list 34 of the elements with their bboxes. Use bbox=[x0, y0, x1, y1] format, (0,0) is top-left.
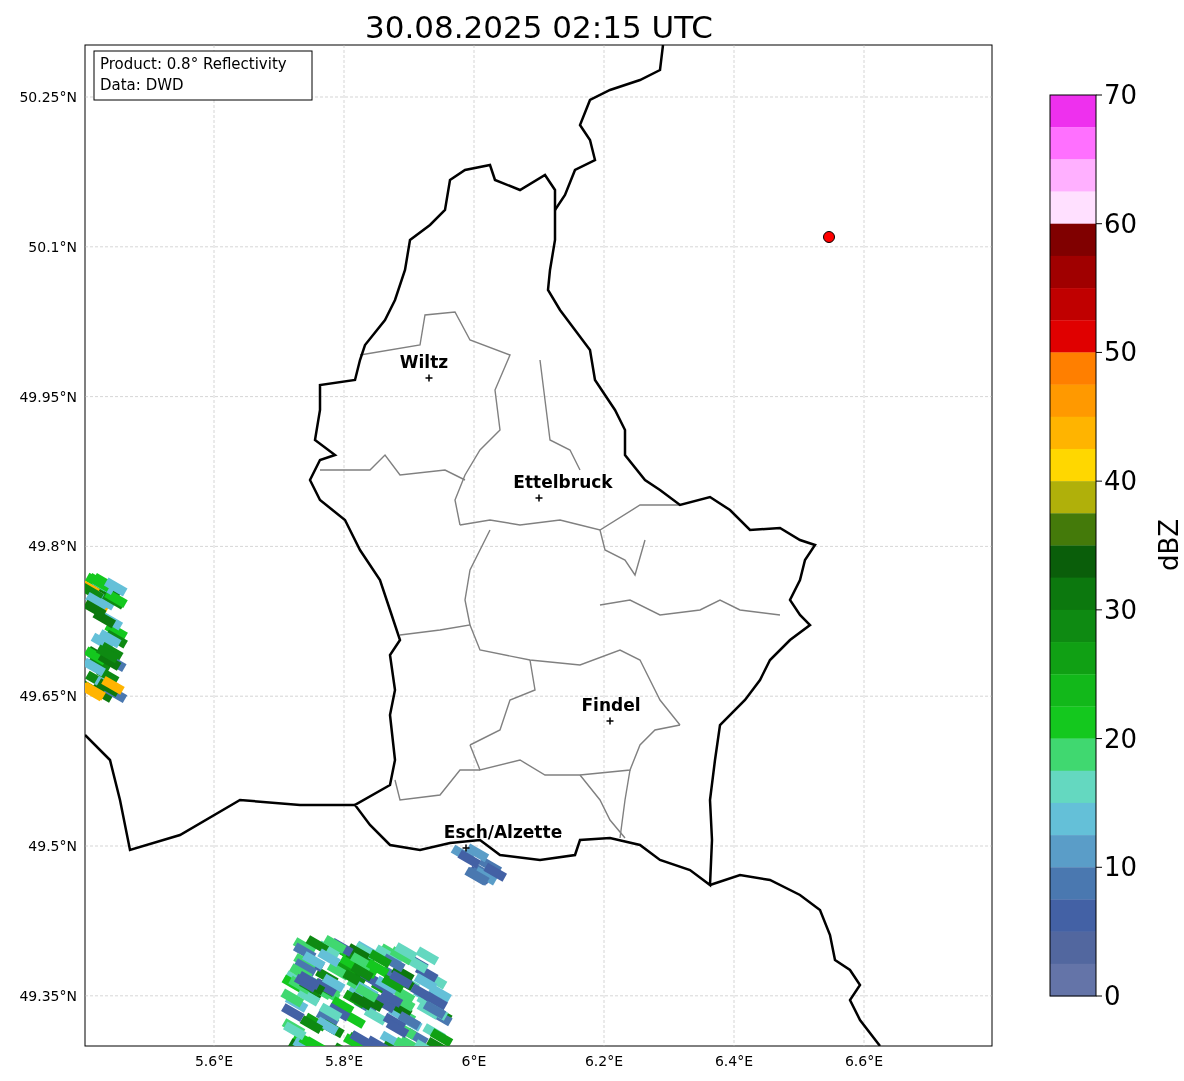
y-tick-label: 49.5°N bbox=[28, 838, 77, 854]
y-tick-label: 50.25°N bbox=[19, 89, 77, 105]
y-tick-label: 49.35°N bbox=[19, 987, 77, 1004]
city-label: Wiltz bbox=[399, 352, 449, 372]
colorbar-tick-label: 30 bbox=[1104, 594, 1138, 625]
colorbar-tick-label: 10 bbox=[1104, 852, 1138, 883]
x-tick-label: 6.6°E bbox=[844, 1053, 884, 1069]
x-tick-label: 6.4°E bbox=[714, 1053, 754, 1069]
plus-marker-icon bbox=[534, 493, 544, 503]
x-tick-label: 5.8°E bbox=[324, 1053, 364, 1069]
plus-marker-icon bbox=[461, 843, 471, 853]
info-text: Product: 0.8° Reflectivity bbox=[100, 55, 287, 73]
city-label: Ettelbruck bbox=[513, 472, 613, 492]
colorbar-tick-label: 40 bbox=[1104, 466, 1138, 497]
y-tick-label: 49.65°N bbox=[19, 688, 77, 705]
location-dot bbox=[823, 231, 835, 243]
x-tick-label: 6.2°E bbox=[584, 1053, 624, 1069]
chart-title: 30.08.2025 02:15 UTC bbox=[365, 9, 713, 45]
colorbar-label: dBZ bbox=[1154, 518, 1184, 572]
colorbar-tick-label: 50 bbox=[1104, 337, 1138, 368]
y-tick-label: 49.8°N bbox=[28, 538, 77, 555]
plus-marker-icon bbox=[605, 716, 615, 726]
x-tick-label: 5.6°E bbox=[194, 1053, 234, 1069]
plus-marker-icon bbox=[424, 373, 434, 383]
x-tick-label: 6°E bbox=[461, 1053, 487, 1069]
colorbar-tick-label: 0 bbox=[1104, 981, 1121, 1011]
city-label: Esch/Alzette bbox=[443, 822, 563, 842]
y-tick-label: 50.1°N bbox=[28, 238, 77, 255]
colorbar-tick-label: 60 bbox=[1104, 208, 1138, 239]
info-text: Data: DWD bbox=[100, 76, 184, 94]
y-tick-label: 49.95°N bbox=[19, 388, 77, 405]
colorbar-tick-label: 70 bbox=[1104, 80, 1138, 110]
colorbar-tick-label: 20 bbox=[1104, 723, 1138, 754]
city-label: Findel bbox=[581, 695, 641, 715]
